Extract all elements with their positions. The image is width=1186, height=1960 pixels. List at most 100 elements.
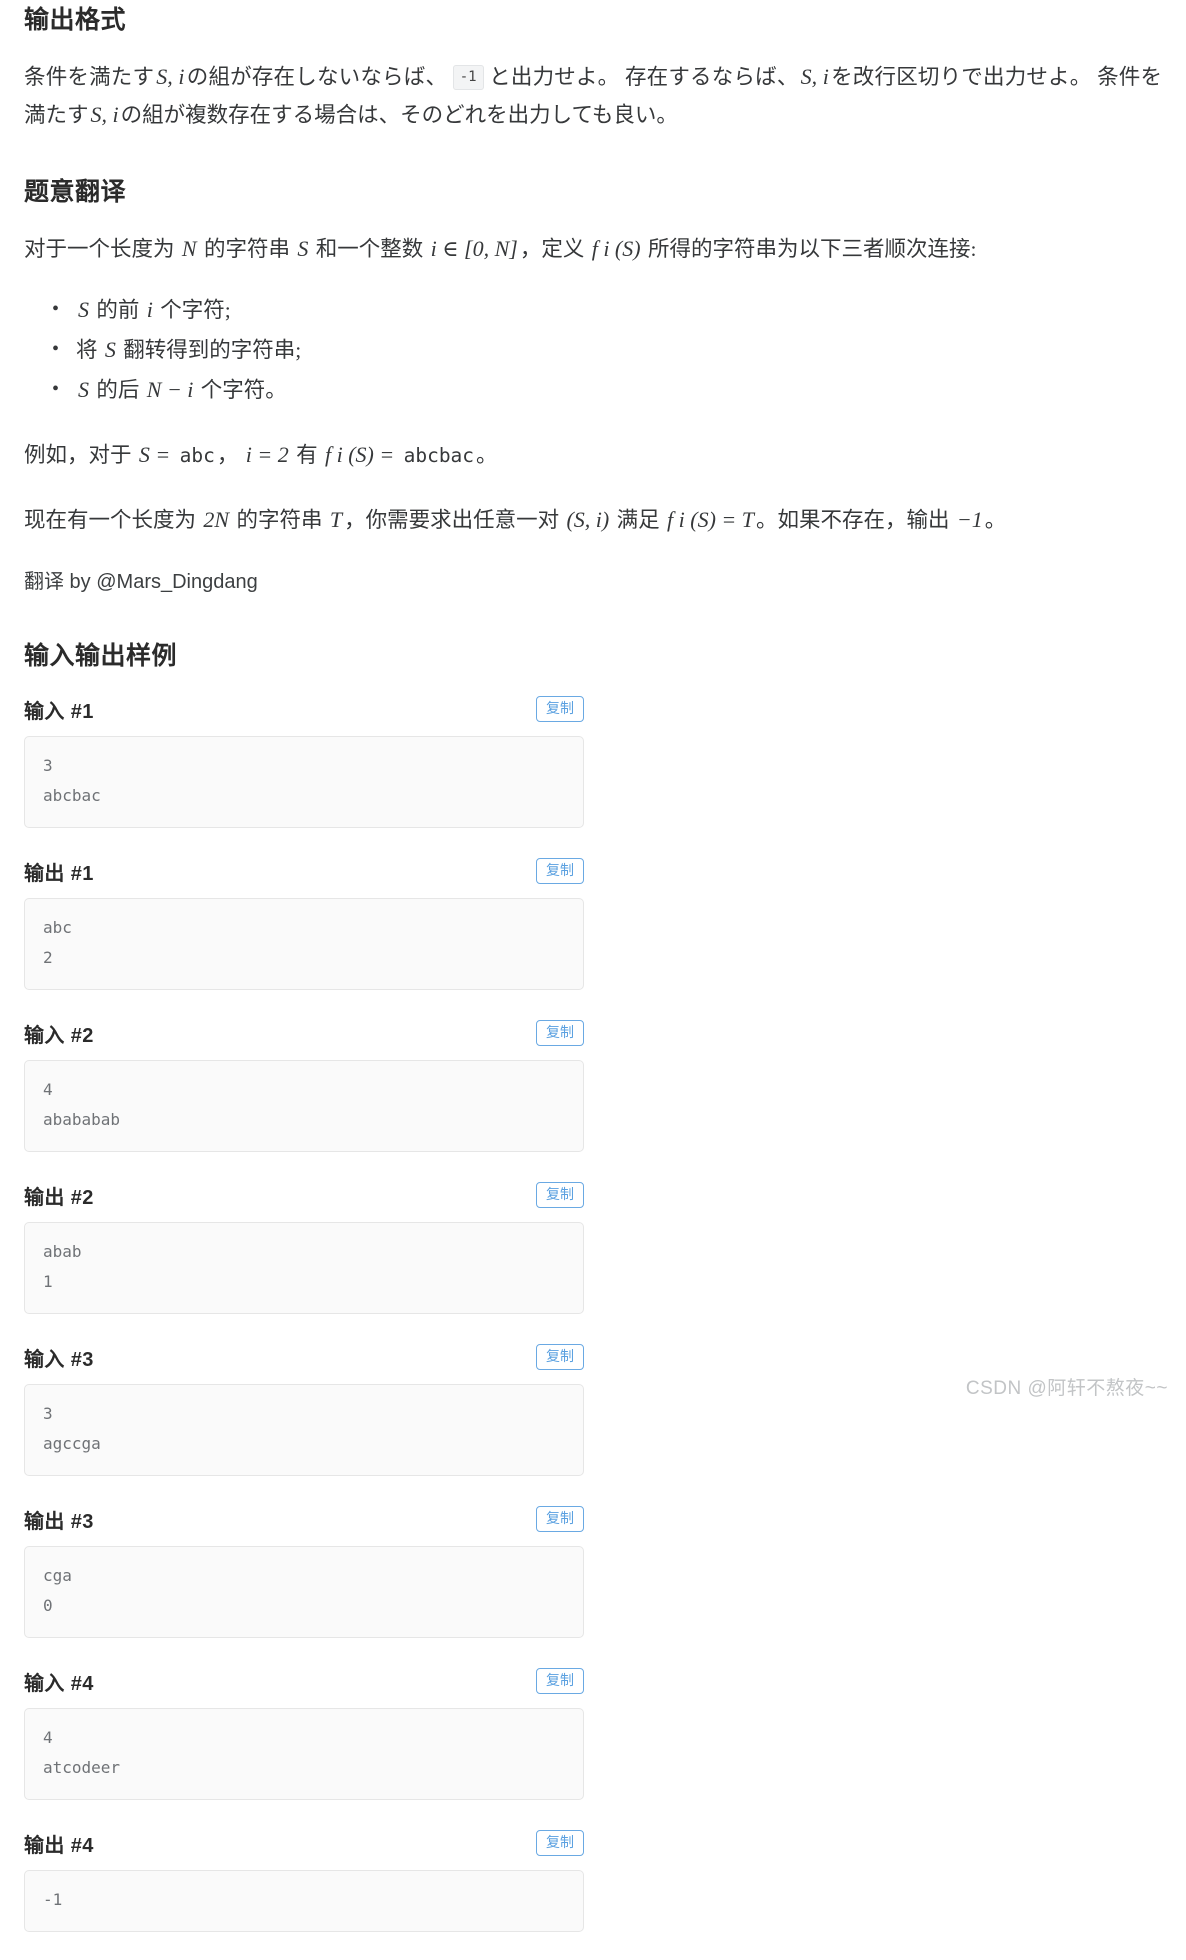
- bullet-pre: 将: [76, 338, 98, 362]
- sample-header: 输出 #2 复制: [24, 1180, 584, 1210]
- copy-button[interactable]: 复制: [536, 1343, 584, 1371]
- copy-button[interactable]: 复制: [536, 695, 584, 723]
- of-text-1: 条件を満たす: [24, 65, 155, 89]
- tr-text-2: 的字符串: [203, 237, 290, 261]
- ex-text-4: 。: [476, 443, 498, 467]
- of-text-5: の組が複数存在する場合は、そのどれを出力しても良い。: [120, 103, 678, 127]
- page-title-samples: 输入输出样例: [24, 642, 178, 670]
- page-title-translation: 题意翻译: [24, 178, 127, 206]
- page-title-output-format: 输出格式: [24, 6, 127, 34]
- sample-title: 输入 #4: [24, 1672, 94, 1695]
- list-item: S 的前 i 个字符;: [52, 290, 1162, 330]
- copy-button[interactable]: 复制: [536, 1667, 584, 1695]
- math-S-i-2: S, i: [800, 64, 829, 89]
- sample-content-box: abab 1: [24, 1222, 584, 1314]
- bullet-post: 个字符。: [200, 378, 287, 402]
- math-2N: 2N: [203, 507, 230, 532]
- translation-intro-paragraph: 对于一个长度为 N 的字符串 S 和一个整数 i ∈ [0, N]，定义 f i…: [24, 230, 1162, 268]
- sample-content: 3 agccga: [43, 1404, 101, 1453]
- sample-block: 输出 #2 复制 abab 1: [24, 1180, 584, 1314]
- sample-block: 输入 #1 复制 3 abcbac: [24, 694, 584, 828]
- sample-header: 输入 #4 复制: [24, 1666, 584, 1696]
- sample-title: 输入 #1: [24, 700, 94, 723]
- copy-button[interactable]: 复制: [536, 1181, 584, 1209]
- ps-text-4: 满足: [616, 508, 660, 532]
- sample-content: abab 1: [43, 1242, 82, 1291]
- sample-title: 输出 #3: [24, 1510, 94, 1533]
- sample-block: 输出 #4 复制 -1: [24, 1828, 584, 1932]
- output-format-paragraph: 条件を満たすS, iの組が存在しないならば、 -1 と出力せよ。 存在するならば…: [24, 58, 1162, 134]
- math-S-equals: S =: [138, 442, 171, 467]
- sample-title: 输出 #4: [24, 1834, 94, 1857]
- bullet-post: 个字符;: [160, 298, 231, 322]
- math-f-i-S-equals: f i (S) =: [324, 442, 395, 467]
- copy-button[interactable]: 复制: [536, 1019, 584, 1047]
- math-i-equals-2: i = 2: [245, 442, 289, 467]
- sample-header: 输入 #1 复制: [24, 694, 584, 724]
- bullet-mid: 翻转得到的字符串;: [123, 338, 302, 362]
- math-f-i-S: f i (S): [591, 236, 641, 261]
- sample-content-box: -1: [24, 1870, 584, 1932]
- math-abcbac: abcbac: [403, 444, 475, 467]
- sample-header: 输入 #3 复制: [24, 1342, 584, 1372]
- sample-block: 输出 #1 复制 abc 2: [24, 856, 584, 990]
- math-bullet-a: S: [78, 377, 89, 402]
- bullet-mid: 的前: [96, 298, 140, 322]
- math-bullet-b: N − i: [146, 377, 194, 402]
- sample-title: 输出 #2: [24, 1186, 94, 1209]
- sample-title: 输入 #3: [24, 1348, 94, 1371]
- ps-text-1: 现在有一个长度为: [24, 508, 197, 532]
- ps-text-6: 。: [984, 508, 1007, 532]
- math-minus-one: −1: [956, 507, 983, 532]
- sample-title: 输入 #2: [24, 1024, 94, 1047]
- sample-content: -1: [43, 1890, 63, 1909]
- ps-text-3: ，你需要求出任意一对: [344, 508, 560, 532]
- inline-code-minus-one: -1: [452, 65, 484, 90]
- sample-content: 4 abababab: [43, 1080, 121, 1129]
- sample-block: 输出 #3 复制 cga 0: [24, 1504, 584, 1638]
- ex-text-1: 例如，对于: [24, 443, 132, 467]
- sample-content-box: cga 0: [24, 1546, 584, 1638]
- math-abc: abc: [179, 444, 215, 467]
- sample-content: cga 0: [43, 1566, 72, 1615]
- sample-content-box: 4 atcodeer: [24, 1708, 584, 1800]
- problem-statement-paragraph: 现在有一个长度为 2N 的字符串 T，你需要求出任意一对 (S, i) 满足 f…: [24, 501, 1162, 539]
- math-bullet-a: S: [78, 297, 89, 322]
- tr-text-3: 和一个整数: [315, 237, 424, 261]
- math-pair-S-i: (S, i): [566, 507, 610, 532]
- sample-block: 输入 #3 复制 3 agccga: [24, 1342, 584, 1476]
- definition-bullet-list: S 的前 i 个字符; 将 S 翻转得到的字符串; S 的后 N − i 个字符…: [24, 290, 1162, 410]
- math-bullet-b: i: [146, 297, 153, 322]
- sample-content-box: abc 2: [24, 898, 584, 990]
- sample-header: 输出 #3 复制: [24, 1504, 584, 1534]
- math-f-i-S-equals-T: f i (S) = T: [667, 507, 754, 532]
- ex-text-2: ，: [216, 443, 239, 467]
- math-S-i-1: S, i: [156, 64, 185, 89]
- ps-text-2: 的字符串: [236, 508, 323, 532]
- tr-text-4: ，定义: [519, 237, 585, 261]
- watermark: CSDN @阿轩不熬夜~~: [965, 1378, 1168, 1399]
- tr-text-1: 对于一个长度为: [24, 237, 175, 261]
- sample-title: 输出 #1: [24, 862, 94, 885]
- samples-grid: 输入 #1 复制 3 abcbac 输出 #1 复制 abc 2 输入 #2 复…: [24, 694, 1162, 1960]
- copy-button[interactable]: 复制: [536, 1505, 584, 1533]
- math-N: N: [181, 236, 197, 261]
- bullet-mid: 的后: [96, 378, 140, 402]
- math-T: T: [329, 507, 343, 532]
- sample-content: 3 abcbac: [43, 756, 101, 805]
- sample-header: 输出 #4 复制: [24, 1828, 584, 1858]
- copy-button[interactable]: 复制: [536, 1829, 584, 1857]
- sample-content-box: 3 abcbac: [24, 736, 584, 828]
- sample-content-box: 3 agccga: [24, 1384, 584, 1476]
- copy-button[interactable]: 复制: [536, 857, 584, 885]
- of-text-2: の組が存在しないならば、: [186, 65, 448, 89]
- problem-page: 输出格式 条件を満たすS, iの組が存在しないならば、 -1 と出力せよ。 存在…: [0, 0, 1186, 1960]
- of-text-3: と出力せよ。 存在するならば、: [489, 65, 799, 89]
- ps-text-5: 。如果不存在，输出: [755, 508, 950, 532]
- sample-content: abc 2: [43, 918, 72, 967]
- sample-block: 输入 #2 复制 4 abababab: [24, 1018, 584, 1152]
- sample-header: 输入 #2 复制: [24, 1018, 584, 1048]
- sample-content-box: 4 abababab: [24, 1060, 584, 1152]
- math-bullet-a: S: [104, 337, 116, 362]
- math-S-i-3: S, i: [90, 102, 119, 127]
